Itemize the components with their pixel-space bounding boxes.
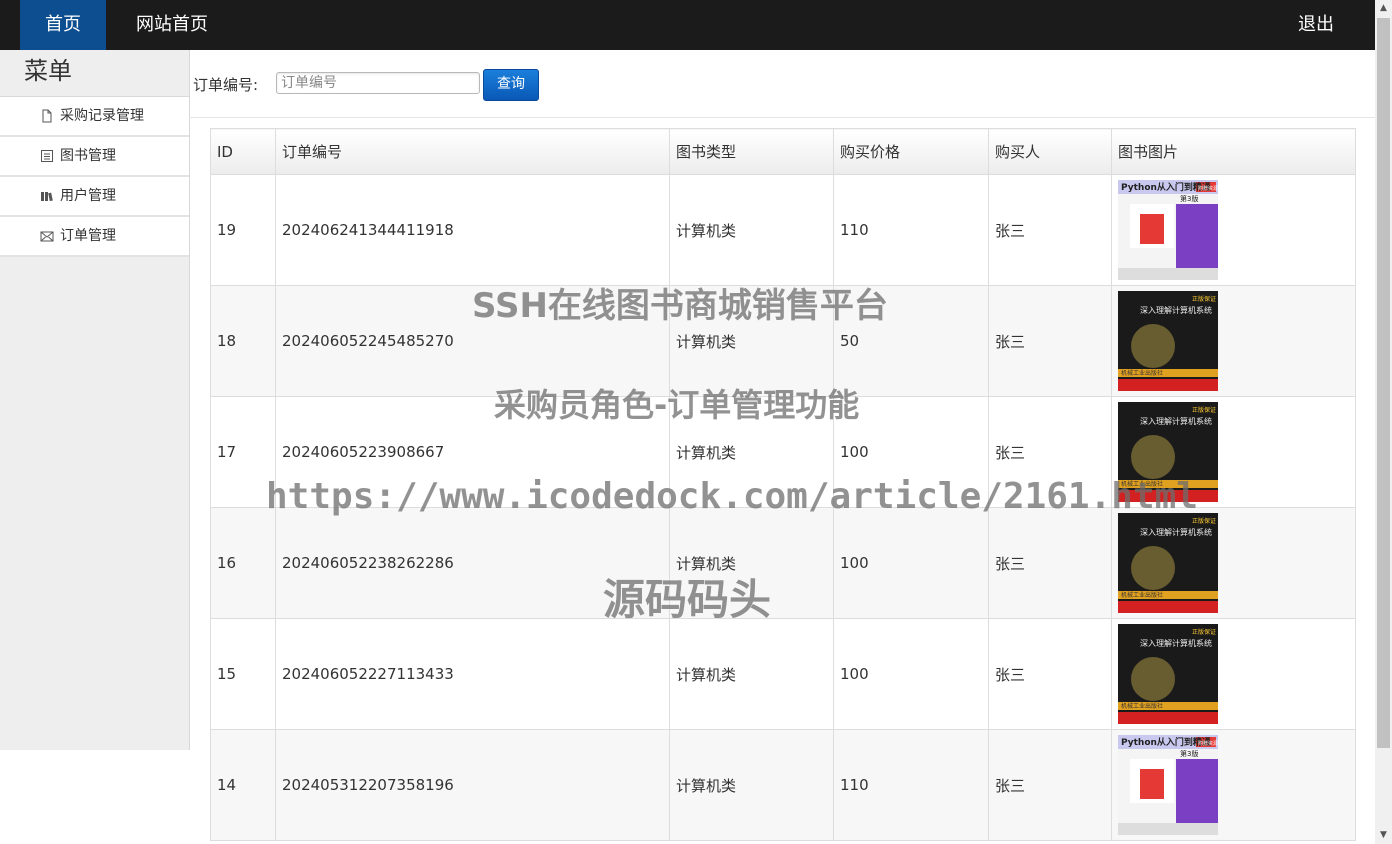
cell-book-type: 计算机类 [669,618,834,730]
cell-buyer: 张三 [988,618,1112,730]
cell-price: 100 [833,507,989,619]
list-icon [40,149,54,163]
scrollbar-thumb[interactable] [1377,18,1390,748]
cell-book-type: 计算机类 [669,396,834,508]
cell-book-image: 深入理解计算机系统机械工业出版社 正版保证 [1111,285,1356,397]
cell-book-image: Python从入门到精通 第3版 附赠资源 [1111,729,1356,841]
svg-text:机械工业出版社: 机械工业出版社 [1121,480,1163,488]
cell-order-number: 202406241344411918 [275,174,670,286]
svg-text:正版保证: 正版保证 [1192,517,1216,525]
table-row: 16 202406052238262286 计算机类 100 张三 深入理解计算机系统 机械… [210,507,1356,619]
cell-order-number: 202405312207358196 [275,729,670,841]
cell-id: 14 [210,729,276,841]
table-row: 19 202406241344411918 计算机类 110 张三 Python从入门到精… [210,174,1356,286]
sidebar-item-label: 订单管理 [60,228,116,244]
cell-id: 16 [210,507,276,619]
svg-text:机械工业出版社: 机械工业出版社 [1121,369,1163,377]
cell-id: 19 [210,174,276,286]
svg-text:深入理解计算机系统: 深入理解计算机系统 [1140,416,1212,426]
column-header-book-image: 图书图片 [1111,128,1356,175]
svg-text:深入理解计算机系统: 深入理解计算机系统 [1140,638,1212,648]
table-header-row: ID 订单编号 图书类型 购买价格 购买人 图书图片 [210,128,1356,175]
svg-text:正版保证: 正版保证 [1192,295,1216,303]
csapp-book-cover-image: 深入理解计算机系统机械工业出版社 正版保证 [1118,402,1218,502]
python-book-cover-image: Python从入门到精通第3版附赠资源 [1118,180,1218,280]
table-row: 18 202406052245485270 计算机类 50 张三 深入理解计算机系统 机械工… [210,285,1356,397]
cell-book-type: 计算机类 [669,174,834,286]
sidebar-item-label: 图书管理 [60,148,116,164]
query-button[interactable]: 查询 [483,69,539,101]
cell-buyer: 张三 [988,396,1112,508]
cell-book-image: Python从入门到精通 第3版 附赠资源 [1111,174,1356,286]
nav-home-link[interactable]: 首页 [20,0,106,50]
cell-buyer: 张三 [988,174,1112,286]
cell-price: 110 [833,729,989,841]
svg-text:正版保证: 正版保证 [1192,628,1216,636]
cell-book-image: 深入理解计算机系统机械工业出版社 正版保证 [1111,396,1356,508]
svg-text:第3版: 第3版 [1180,194,1198,203]
order-number-search-input[interactable] [276,72,480,94]
csapp-book-cover-image: 深入理解计算机系统机械工业出版社 正版保证 [1118,513,1218,613]
python-book-cover-image: Python从入门到精通第3版附赠资源 [1118,735,1218,835]
top-navbar: 首页 网站首页 退出 [0,0,1375,50]
cell-buyer: 张三 [988,507,1112,619]
cell-id: 15 [210,618,276,730]
cell-price: 50 [833,285,989,397]
cell-book-image: 深入理解计算机系统机械工业出版社 正版保证 [1111,507,1356,619]
logout-link[interactable]: 退出 [1280,0,1352,50]
sidebar-item-label: 采购记录管理 [60,108,144,124]
sidebar-item-book-management[interactable]: 图书管理 [0,137,189,177]
column-header-buyer: 购买人 [988,128,1112,175]
cell-order-number: 202406052238262286 [275,507,670,619]
cell-order-number: 202406052227113433 [275,618,670,730]
orders-table-container: ID 订单编号 图书类型 购买价格 购买人 图书图片 19 20240624134… [210,128,1356,841]
column-header-order-number: 订单编号 [275,128,670,175]
books-icon [40,189,54,203]
sidebar-item-order-management[interactable]: 订单管理 [0,217,189,257]
order-number-label: 订单编号: [193,76,259,94]
nav-site-home-link[interactable]: 网站首页 [118,0,226,50]
scroll-down-arrow-icon[interactable]: ▼ [1375,827,1392,844]
cell-price: 110 [833,174,989,286]
sidebar-title: 菜单 [0,50,189,97]
cell-book-type: 计算机类 [669,507,834,619]
table-row: 15 202406052227113433 计算机类 100 张三 深入理解计算机系统 机械… [210,618,1356,730]
cell-buyer: 张三 [988,285,1112,397]
vertical-scrollbar[interactable]: ▲ ▼ [1375,0,1392,844]
cell-order-number: 202406052245485270 [275,285,670,397]
csapp-book-cover-image: 深入理解计算机系统机械工业出版社 正版保证 [1118,291,1218,391]
svg-text:深入理解计算机系统: 深入理解计算机系统 [1140,527,1212,537]
cell-price: 100 [833,396,989,508]
svg-text:机械工业出版社: 机械工业出版社 [1121,702,1163,710]
table-row: 14 202405312207358196 计算机类 110 张三 Python从入门到精… [210,729,1356,841]
cell-book-type: 计算机类 [669,729,834,841]
cell-book-image: 深入理解计算机系统机械工业出版社 正版保证 [1111,618,1356,730]
svg-text:正版保证: 正版保证 [1192,406,1216,414]
svg-text:附赠资源: 附赠资源 [1198,740,1218,747]
cell-buyer: 张三 [988,729,1112,841]
cell-book-type: 计算机类 [669,285,834,397]
column-header-book-type: 图书类型 [669,128,834,175]
scroll-up-arrow-icon[interactable]: ▲ [1375,0,1392,17]
search-bar: 订单编号: 查询 [189,50,1375,118]
file-icon [40,109,54,123]
envelope-icon [40,229,54,243]
sidebar: 菜单 采购记录管理 图书管理 用户管理 订单管理 [0,50,190,750]
csapp-book-cover-image: 深入理解计算机系统机械工业出版社 正版保证 [1118,624,1218,724]
orders-table: ID 订单编号 图书类型 购买价格 购买人 图书图片 19 20240624134… [210,128,1356,841]
cell-id: 17 [210,396,276,508]
cell-order-number: 20240605223908667 [275,396,670,508]
column-header-id: ID [210,128,276,175]
svg-text:附赠资源: 附赠资源 [1198,185,1218,192]
cell-id: 18 [210,285,276,397]
svg-text:深入理解计算机系统: 深入理解计算机系统 [1140,305,1212,315]
sidebar-item-purchase-records[interactable]: 采购记录管理 [0,97,189,137]
svg-text:机械工业出版社: 机械工业出版社 [1121,591,1163,599]
sidebar-item-user-management[interactable]: 用户管理 [0,177,189,217]
cell-price: 100 [833,618,989,730]
table-row: 17 20240605223908667 计算机类 100 张三 深入理解计算机系统 机械工… [210,396,1356,508]
svg-text:第3版: 第3版 [1180,749,1198,758]
column-header-price: 购买价格 [833,128,989,175]
sidebar-item-label: 用户管理 [60,188,116,204]
